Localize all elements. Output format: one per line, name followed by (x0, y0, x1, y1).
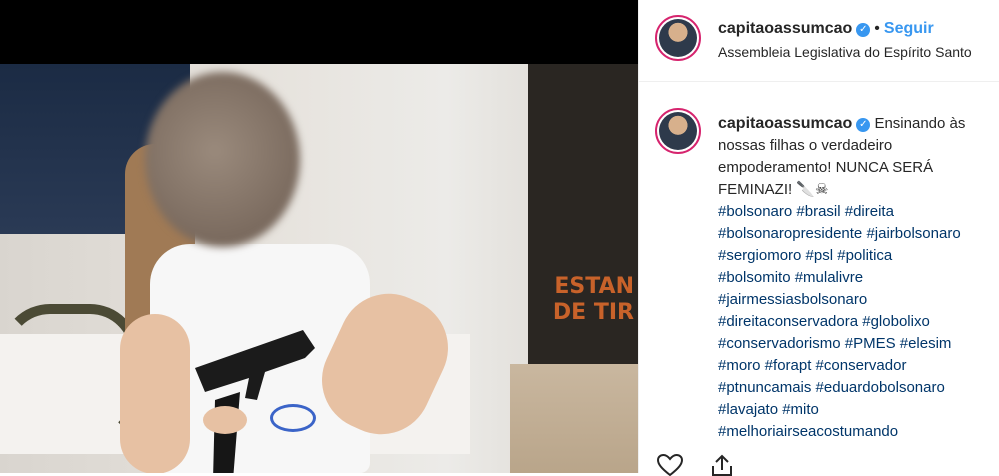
holster-strap (0, 304, 140, 444)
range-sign-line1: ESTAN (554, 274, 634, 299)
hashtag-line[interactable]: #lavajato #mito (718, 399, 999, 421)
hashtag-line[interactable]: #moro #forapt #conservador (718, 355, 999, 377)
separator-dot: • (874, 20, 880, 37)
pistol (195, 330, 315, 473)
author-avatar[interactable] (655, 15, 701, 61)
hashtag-line[interactable]: #bolsonaro #brasil #direita (718, 201, 999, 223)
left-arm (120, 314, 190, 473)
hashtag-line[interactable]: #ptnuncamais #eduardobolsonaro (718, 377, 999, 399)
range-sign: ESTAN DE TIR (553, 274, 634, 326)
range-sign-line2: DE TIR (552, 300, 634, 325)
caption: capitaoassumcao ✓ Ensinando às nossas fil… (718, 113, 999, 443)
hashtag-line[interactable]: #bolsonaropresidente #jairbolsonaro (718, 223, 999, 245)
hashtag-line[interactable]: #bolsomito #mulalivre (718, 267, 999, 289)
caption-avatar[interactable] (655, 108, 701, 154)
photo-scene: ESTAN DE TIR (0, 64, 638, 473)
verified-badge-icon: ✓ (856, 118, 871, 132)
verified-badge-icon: ✓ (856, 23, 871, 37)
post-photo[interactable]: ESTAN DE TIR (0, 0, 638, 473)
hashtag-line[interactable]: #direitaconservadora #globolixo (718, 311, 999, 333)
post-sidebar: capitaoassumcao ✓ • Seguir Assembleia Legis… (638, 0, 999, 476)
follow-button[interactable]: Seguir (884, 20, 934, 37)
caption-username[interactable]: capitaoassumcao (718, 115, 852, 132)
header-line: capitaoassumcao ✓ • Seguir (718, 20, 934, 38)
floor (510, 364, 638, 473)
blurred-face (145, 72, 300, 247)
action-bar (639, 448, 999, 476)
hashtag-line[interactable]: #jairmessiasbolsonaro (718, 289, 999, 311)
author-username[interactable]: capitaoassumcao (718, 20, 852, 37)
hashtag-line[interactable]: #sergiomoro #psl #politica (718, 245, 999, 267)
hashtag-line[interactable]: #conservadorismo #PMES #elesim (718, 333, 999, 355)
post-header: capitaoassumcao ✓ • Seguir Assembleia Legis… (639, 0, 999, 82)
location-link[interactable]: Assembleia Legislativa do Espírito Santo (718, 44, 972, 60)
hashtag-line[interactable]: #melhoriairseacostumando (718, 421, 999, 443)
